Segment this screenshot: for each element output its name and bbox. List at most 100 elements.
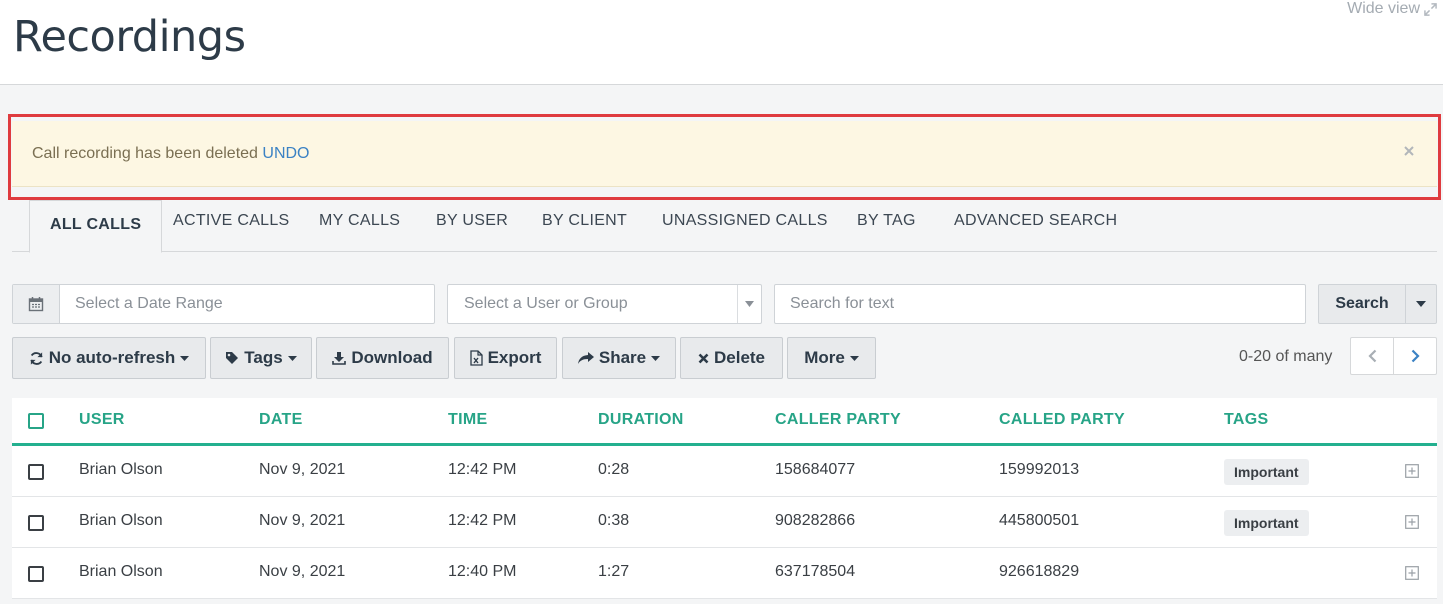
table-header: USER DATE TIME DURATION CALLER PARTY CAL… — [12, 398, 1437, 446]
expand-row-icon[interactable] — [1405, 515, 1419, 529]
chevron-left-icon — [1367, 349, 1376, 363]
tag-icon — [226, 352, 239, 364]
recordings-tabs: ALL CALLS ACTIVE CALLS MY CALLS BY USER … — [12, 200, 1437, 253]
share-button[interactable]: Share — [562, 337, 676, 379]
cell-duration: 0:28 — [598, 461, 630, 478]
cell-called-party: 926618829 — [999, 563, 1080, 580]
export-button[interactable]: Export — [454, 337, 557, 379]
download-label: Download — [351, 348, 433, 367]
wide-view-link[interactable]: Wide view — [1347, 0, 1437, 18]
calendar-icon[interactable] — [13, 285, 60, 323]
tab-by-client[interactable]: BY CLIENT — [542, 212, 627, 230]
tag-badge[interactable]: Important — [1224, 459, 1309, 485]
expand-row-icon[interactable] — [1405, 464, 1419, 478]
refresh-icon — [30, 351, 43, 365]
tab-my-calls[interactable]: MY CALLS — [319, 212, 400, 230]
times-icon — [698, 353, 709, 363]
pager-next-button[interactable] — [1394, 338, 1437, 374]
row-checkbox[interactable] — [28, 464, 44, 480]
share-icon — [577, 351, 594, 364]
cell-caller-party: 637178504 — [775, 563, 856, 580]
text-search-field — [774, 284, 1306, 324]
tab-all-calls[interactable]: ALL CALLS — [29, 200, 163, 253]
tags-label: Tags — [244, 348, 283, 367]
deleted-alert: Call recording has been deleted UNDO — [12, 121, 1437, 187]
cell-called-party: 445800501 — [999, 512, 1080, 529]
tab-unassigned-calls[interactable]: UNASSIGNED CALLS — [662, 212, 828, 230]
expand-arrows-icon — [1424, 2, 1437, 16]
download-icon — [332, 352, 347, 365]
cell-user: Brian Olson — [79, 512, 163, 529]
caret-down-icon — [287, 355, 297, 361]
text-search-input[interactable] — [775, 285, 1305, 323]
download-button[interactable]: Download — [316, 337, 449, 379]
action-toolbar: No auto-refresh Tags Download Export Sha… — [12, 337, 1437, 379]
caret-down-icon — [180, 355, 190, 361]
close-icon[interactable] — [1401, 143, 1417, 159]
search-options-button[interactable] — [1405, 284, 1437, 324]
tab-advanced-search[interactable]: ADVANCED SEARCH — [954, 212, 1117, 230]
user-group-select[interactable]: Select a User or Group — [447, 284, 762, 324]
cell-user: Brian Olson — [79, 461, 163, 478]
cell-caller-party: 158684077 — [775, 461, 856, 478]
pager — [1350, 337, 1437, 375]
table-row[interactable]: Brian Olson Nov 9, 2021 12:42 PM 0:28 15… — [12, 446, 1437, 497]
excel-file-icon — [469, 350, 483, 366]
auto-refresh-label: No auto-refresh — [48, 348, 176, 367]
cell-caller-party: 908282866 — [775, 512, 856, 529]
pager-count: 0-20 of many — [1239, 348, 1333, 365]
tab-by-tag[interactable]: BY TAG — [857, 212, 916, 230]
column-header-user[interactable]: USER — [79, 411, 125, 429]
cell-date: Nov 9, 2021 — [259, 563, 346, 580]
filter-row: Select a User or Group Search — [12, 284, 1437, 324]
delete-label: Delete — [713, 348, 766, 367]
chevron-right-icon — [1411, 349, 1420, 363]
expand-row-icon[interactable] — [1405, 566, 1419, 580]
chevron-down-icon — [737, 285, 761, 323]
page-title: Recordings — [13, 12, 246, 62]
auto-refresh-button[interactable]: No auto-refresh — [12, 337, 206, 379]
caret-down-icon — [849, 355, 859, 361]
date-range-input[interactable] — [60, 285, 434, 323]
tab-by-user[interactable]: BY USER — [436, 212, 508, 230]
cell-time: 12:40 PM — [448, 563, 517, 580]
search-button[interactable]: Search — [1318, 284, 1406, 324]
column-header-duration[interactable]: DURATION — [598, 411, 684, 429]
cell-date: Nov 9, 2021 — [259, 512, 346, 529]
alert-text: Call recording has been deleted UNDO — [32, 145, 310, 163]
column-header-caller-party[interactable]: CALLER PARTY — [775, 411, 901, 429]
more-label: More — [804, 348, 845, 367]
cell-time: 12:42 PM — [448, 461, 517, 478]
date-range-group — [12, 284, 435, 324]
column-header-time[interactable]: TIME — [448, 411, 487, 429]
cell-time: 12:42 PM — [448, 512, 517, 529]
tag-badge[interactable]: Important — [1224, 510, 1309, 536]
undo-link[interactable]: UNDO — [262, 145, 309, 162]
column-header-tags[interactable]: TAGS — [1224, 411, 1268, 429]
alert-message: Call recording has been deleted — [32, 145, 258, 162]
page-header: Recordings Wide view — [0, 0, 1443, 85]
wide-view-label: Wide view — [1347, 0, 1420, 17]
cell-date: Nov 9, 2021 — [259, 461, 346, 478]
export-label: Export — [487, 348, 542, 367]
share-label: Share — [598, 348, 647, 367]
cell-duration: 1:27 — [598, 563, 630, 580]
row-checkbox[interactable] — [28, 515, 44, 531]
tags-button[interactable]: Tags — [210, 337, 312, 379]
more-button[interactable]: More — [787, 337, 876, 379]
delete-button[interactable]: Delete — [680, 337, 783, 379]
tab-active-calls[interactable]: ACTIVE CALLS — [173, 212, 290, 230]
table-row[interactable]: Brian Olson Nov 9, 2021 12:40 PM 1:27 63… — [12, 548, 1437, 599]
cell-user: Brian Olson — [79, 563, 163, 580]
select-all-checkbox[interactable] — [28, 413, 44, 429]
cell-duration: 0:38 — [598, 512, 630, 529]
row-checkbox[interactable] — [28, 566, 44, 582]
pager-prev-button[interactable] — [1351, 338, 1394, 374]
column-header-date[interactable]: DATE — [259, 411, 303, 429]
table-row[interactable]: Brian Olson Nov 9, 2021 12:42 PM 0:38 90… — [12, 497, 1437, 548]
user-group-placeholder: Select a User or Group — [464, 295, 628, 312]
caret-down-icon — [651, 355, 661, 361]
recordings-table: USER DATE TIME DURATION CALLER PARTY CAL… — [12, 398, 1437, 599]
caret-down-icon — [1416, 301, 1426, 307]
column-header-called-party[interactable]: CALLED PARTY — [999, 411, 1125, 429]
